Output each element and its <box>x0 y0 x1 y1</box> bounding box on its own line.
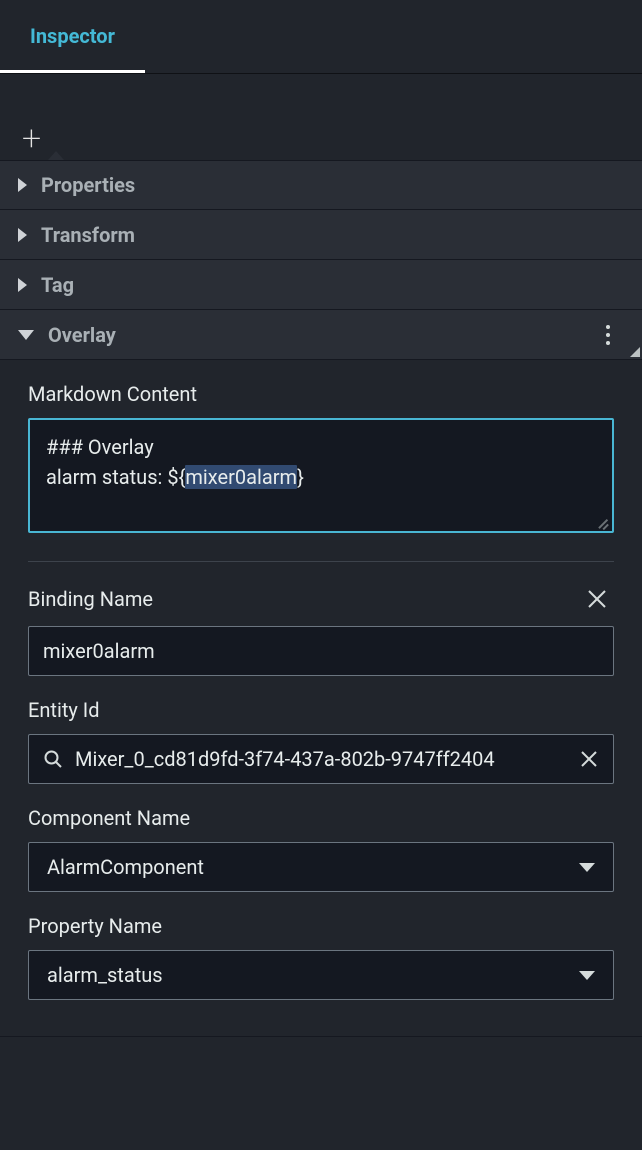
property-name-value: alarm_status <box>47 963 163 987</box>
chevron-down-icon <box>579 863 595 872</box>
binding-name-label: Binding Name <box>28 587 153 611</box>
overlay-body: Markdown Content ### Overlay alarm statu… <box>0 360 642 1037</box>
section-properties[interactable]: Properties <box>0 160 642 210</box>
component-name-label: Component Name <box>28 806 614 830</box>
binding-name-input-wrap <box>28 626 614 676</box>
add-menu-indicator <box>48 151 64 160</box>
entity-id-input[interactable] <box>75 747 569 771</box>
section-title-overlay: Overlay <box>48 323 116 347</box>
section-title-tag: Tag <box>41 273 74 297</box>
binding-name-input[interactable] <box>43 639 599 663</box>
overlay-more-menu[interactable] <box>600 319 616 351</box>
add-button[interactable]: + <box>22 122 41 156</box>
entity-id-label: Entity Id <box>28 698 614 722</box>
markdown-line-2-suffix: } <box>297 465 304 489</box>
section-transform[interactable]: Transform <box>0 210 642 260</box>
divider <box>28 561 614 562</box>
chevron-right-icon <box>18 228 27 242</box>
section-title-properties: Properties <box>41 173 135 197</box>
close-icon <box>579 749 599 769</box>
chevron-right-icon <box>18 178 27 192</box>
entity-id-input-wrap <box>28 734 614 784</box>
textarea-resize-handle[interactable] <box>597 516 609 528</box>
section-title-transform: Transform <box>41 223 135 247</box>
tab-bar: Inspector <box>0 0 642 74</box>
markdown-line-1: ### Overlay <box>46 435 154 459</box>
property-name-label: Property Name <box>28 914 614 938</box>
component-name-select[interactable]: AlarmComponent <box>28 842 614 892</box>
property-name-select[interactable]: alarm_status <box>28 950 614 1000</box>
toolbar: + <box>0 74 642 160</box>
markdown-variable-highlight: mixer0alarm <box>185 465 297 489</box>
resize-handle-icon[interactable] <box>630 347 640 357</box>
section-overlay[interactable]: Overlay <box>0 310 642 360</box>
chevron-down-icon <box>18 330 34 340</box>
markdown-content-label: Markdown Content <box>28 382 614 406</box>
clear-entity-button[interactable] <box>579 749 599 769</box>
markdown-content-textarea[interactable]: ### Overlay alarm status: ${mixer0alarm} <box>28 418 614 533</box>
search-icon <box>43 749 63 769</box>
markdown-line-2-prefix: alarm status: ${ <box>46 465 185 489</box>
tab-inspector[interactable]: Inspector <box>0 0 145 73</box>
remove-binding-button[interactable] <box>580 584 614 614</box>
inspector-panel: Inspector + Properties Transform Tag Ove… <box>0 0 642 1150</box>
close-icon <box>586 588 608 610</box>
chevron-right-icon <box>18 278 27 292</box>
component-name-value: AlarmComponent <box>47 855 204 879</box>
chevron-down-icon <box>579 971 595 980</box>
section-tag[interactable]: Tag <box>0 260 642 310</box>
